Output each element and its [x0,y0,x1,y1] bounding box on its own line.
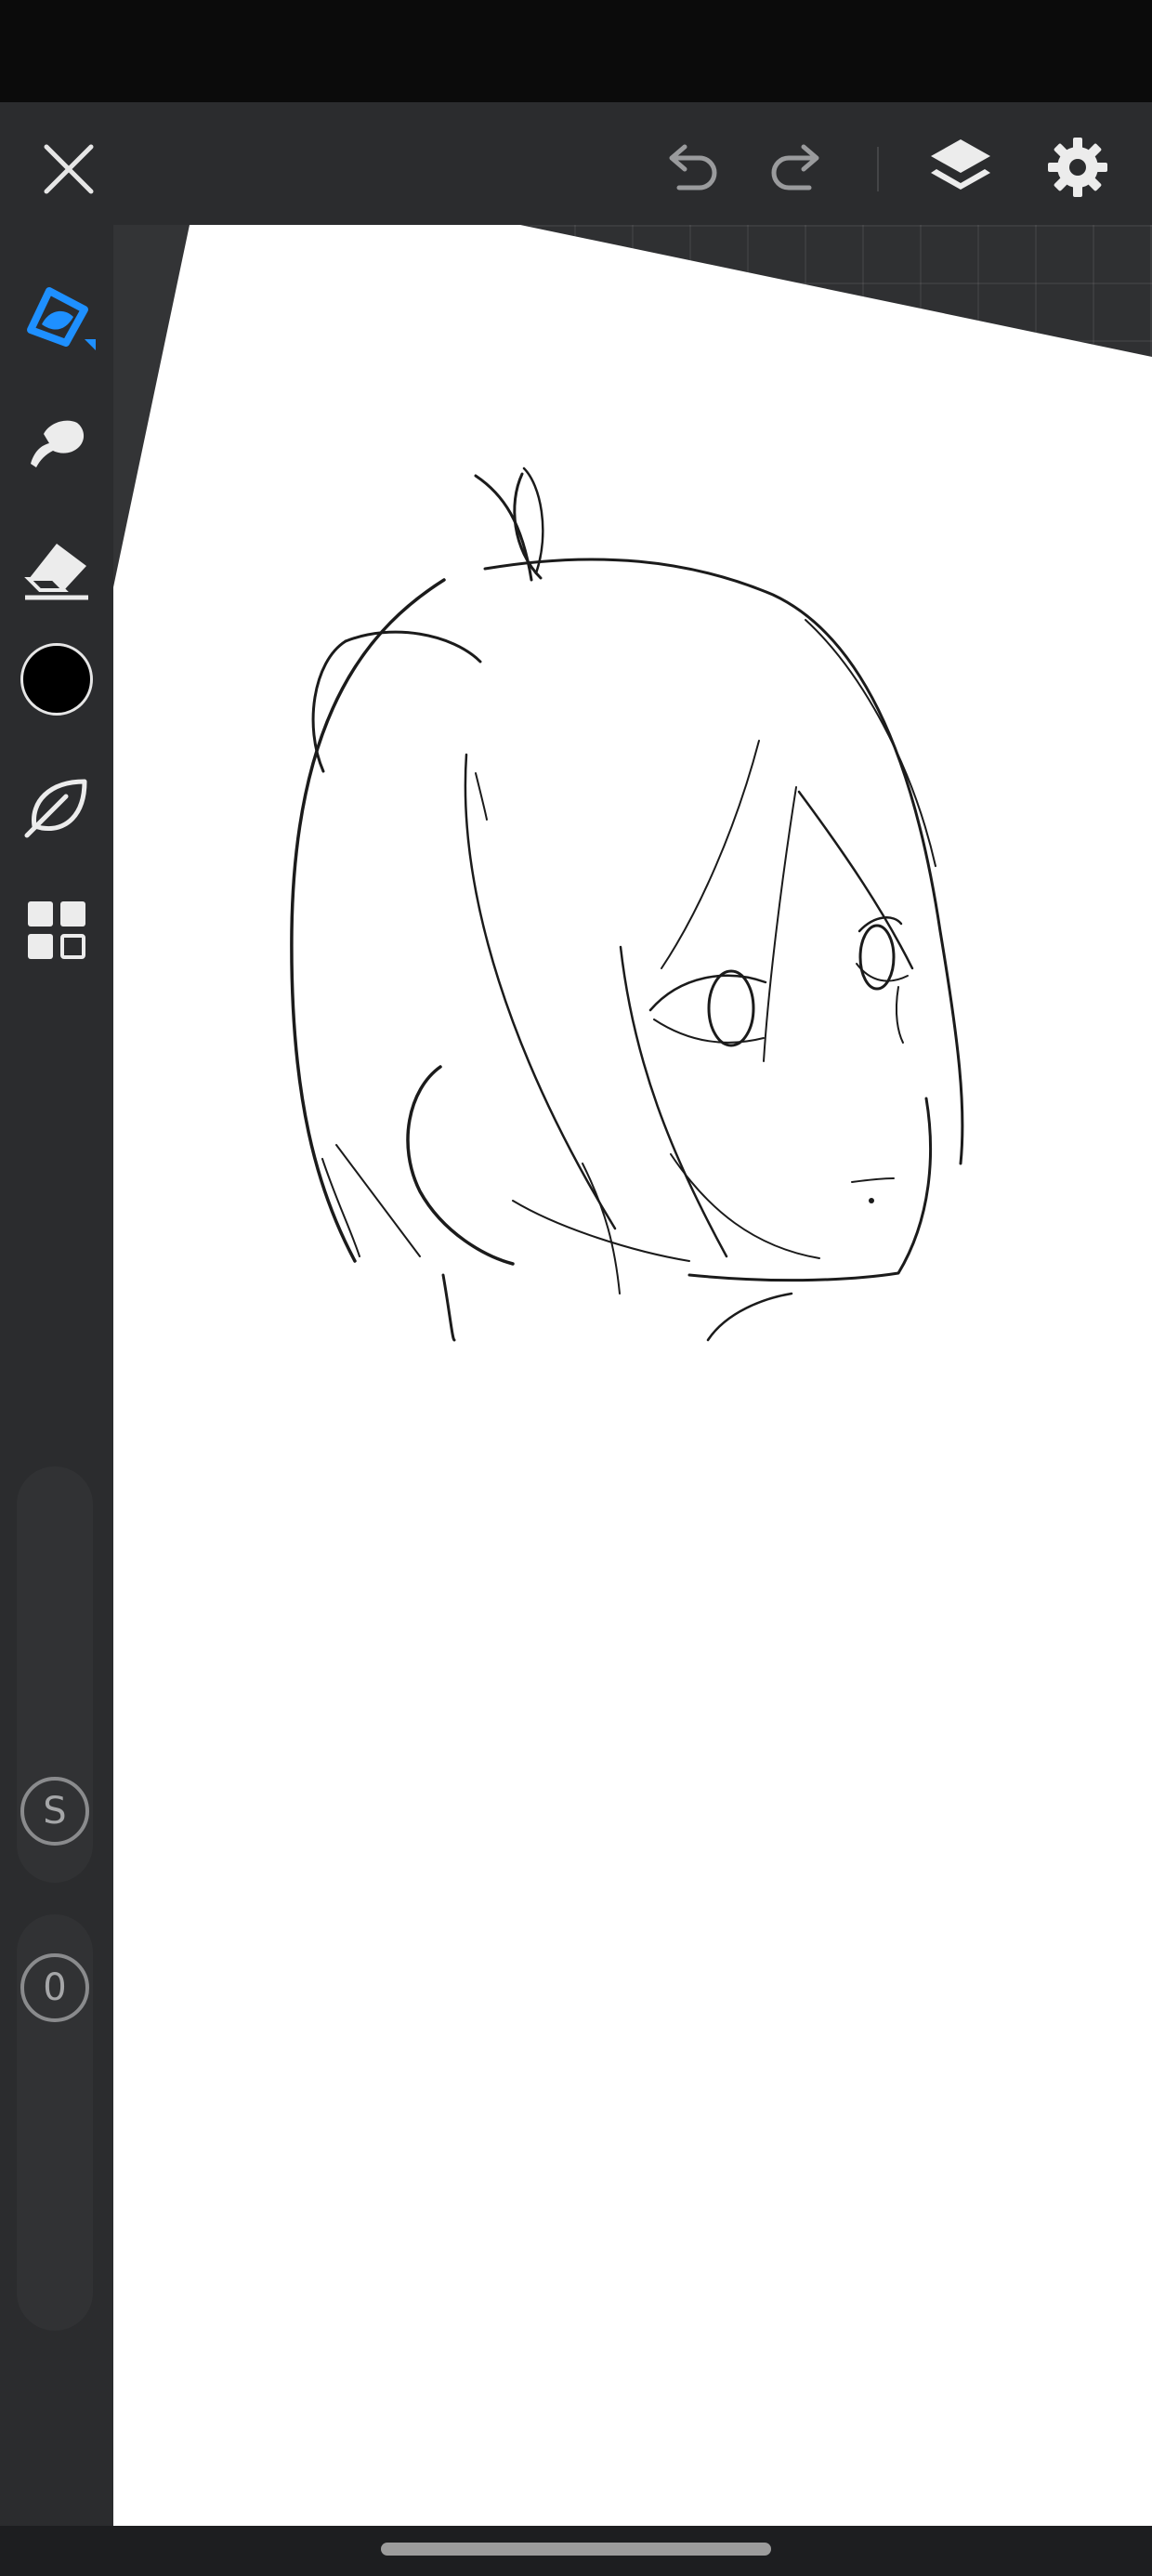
opacity-label: 0 [43,1966,67,2009]
brush-tool-button[interactable] [13,271,100,359]
undo-icon [669,144,717,191]
eraser-icon [24,544,88,600]
brush-size-handle[interactable]: S [20,1777,89,1846]
pen-brush-icon [27,287,96,350]
tool-sidebar: S 0 [0,225,113,2526]
close-icon [44,144,94,194]
layers-icon [931,139,990,190]
smudge-tool-button[interactable] [13,398,100,485]
gear-icon [1048,138,1107,197]
eraser-tool-button[interactable] [13,524,100,611]
top-toolbar [0,102,1152,225]
quick-menu-button[interactable] [13,887,100,974]
canvas-page [113,225,1152,2526]
stabilizer-tool-button[interactable] [13,762,100,849]
leaf-icon [24,779,87,838]
redo-button[interactable] [762,134,832,204]
drawing-canvas[interactable] [113,225,1152,2526]
brush-size-label: S [43,1790,67,1833]
color-swatch-button[interactable] [20,643,93,716]
drawing-canvas-area[interactable] [113,225,1152,2526]
close-button[interactable] [33,134,104,204]
opacity-handle[interactable]: 0 [20,1953,89,2022]
home-indicator[interactable] [381,2543,771,2556]
navigation-bar [0,2526,1152,2576]
status-bar [0,0,1152,102]
undo-button[interactable] [656,134,727,204]
layers-button[interactable] [922,128,1000,206]
redo-icon [771,144,819,191]
smudge-icon [31,420,85,467]
toolbar-divider [877,147,879,191]
quick-menu-grid-icon [28,901,85,959]
settings-button[interactable] [1039,128,1117,206]
